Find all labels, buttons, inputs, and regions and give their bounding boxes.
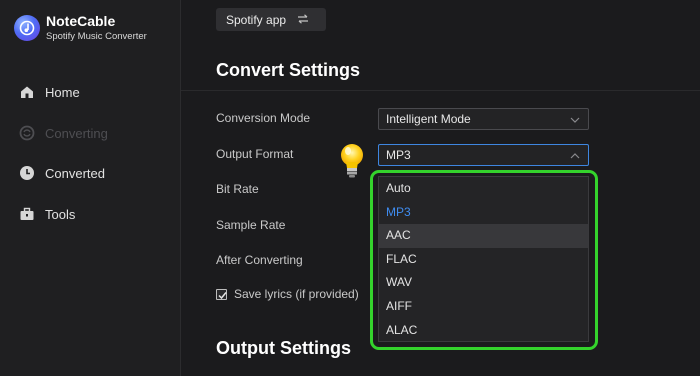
output-format-label: Output Format bbox=[216, 147, 294, 161]
clock-icon bbox=[19, 165, 35, 181]
sidebar-item-converting[interactable]: Converting bbox=[19, 123, 108, 143]
swap-arrows-icon bbox=[297, 13, 309, 27]
chevron-down-icon bbox=[570, 114, 580, 128]
sidebar-item-label: Home bbox=[45, 84, 80, 100]
output-format-value: MP3 bbox=[386, 148, 411, 162]
lightbulb-icon bbox=[337, 142, 367, 185]
brand: NoteCable Spotify Music Converter bbox=[14, 14, 147, 42]
sidebar-item-label: Tools bbox=[45, 206, 76, 222]
converting-icon bbox=[19, 125, 35, 141]
save-lyrics-checkbox[interactable] bbox=[216, 288, 227, 300]
dropdown-highlight-frame bbox=[370, 170, 598, 350]
app-logo-icon bbox=[14, 14, 40, 41]
conversion-mode-select[interactable]: Intelligent Mode bbox=[378, 108, 589, 130]
bit-rate-label: Bit Rate bbox=[216, 182, 259, 196]
output-format-select[interactable]: MP3 bbox=[378, 144, 589, 166]
chevron-up-icon bbox=[570, 150, 580, 164]
sidebar-item-label: Converting bbox=[45, 125, 108, 141]
source-switch-button[interactable]: Spotify app bbox=[216, 8, 326, 31]
sidebar-item-home[interactable]: Home bbox=[19, 82, 80, 102]
sidebar-item-tools[interactable]: Tools bbox=[19, 204, 75, 224]
after-converting-label: After Converting bbox=[216, 253, 303, 267]
save-lyrics-label: Save lyrics (if provided) bbox=[234, 287, 359, 301]
sidebar-item-converted[interactable]: Converted bbox=[19, 163, 105, 183]
save-lyrics-option[interactable]: Save lyrics (if provided) bbox=[216, 287, 359, 301]
convert-settings-title: Convert Settings bbox=[216, 60, 361, 80]
home-icon bbox=[19, 84, 35, 100]
section-divider bbox=[181, 90, 700, 91]
conversion-mode-label: Conversion Mode bbox=[216, 111, 311, 125]
app-name: NoteCable bbox=[46, 13, 116, 29]
toolbox-icon bbox=[19, 206, 35, 222]
sidebar-item-label: Converted bbox=[45, 165, 105, 181]
app-subtitle: Spotify Music Converter bbox=[46, 31, 147, 42]
output-settings-title: Output Settings bbox=[216, 338, 351, 358]
sample-rate-label: Sample Rate bbox=[216, 218, 286, 232]
sidebar: NoteCable Spotify Music Converter Home C… bbox=[0, 0, 181, 376]
conversion-mode-value: Intelligent Mode bbox=[386, 112, 471, 126]
source-label: Spotify app bbox=[226, 12, 287, 27]
